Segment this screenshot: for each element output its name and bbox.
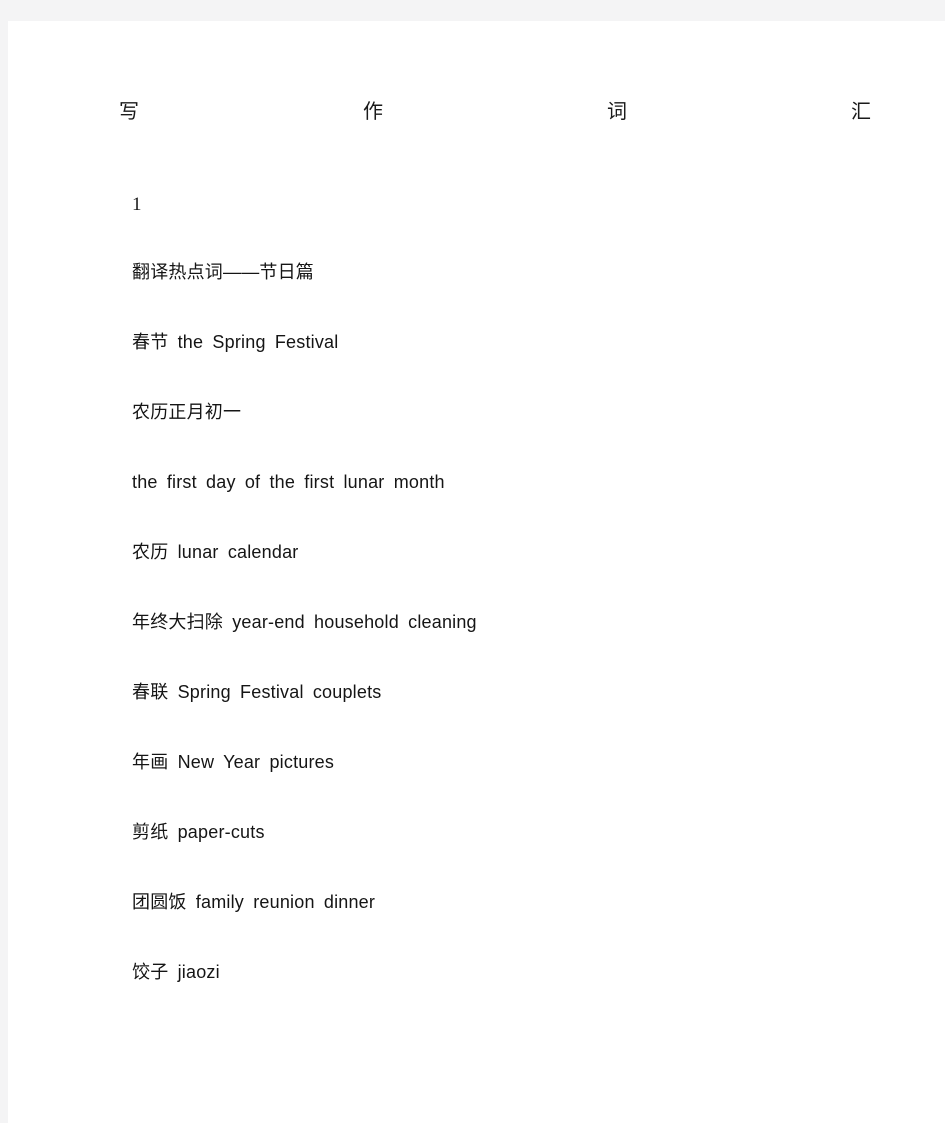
page-sheet: 写 作 词 汇 1 翻译热点词——节日篇 春节 the Spring Festi… xyxy=(8,21,945,1123)
vocabulary-entry: the first day of the first lunar month xyxy=(132,472,445,492)
vocabulary-entry: 饺子 jiaozi xyxy=(132,962,220,982)
vocabulary-entry: 年画 New Year pictures xyxy=(132,752,335,772)
page-title: 写 作 词 汇 xyxy=(119,97,871,127)
vocabulary-entry-list: 翻译热点词——节日篇 春节 the Spring Festival 农历正月初一… xyxy=(132,259,905,1029)
vocabulary-entry: 剪纸 paper-cuts xyxy=(132,822,265,842)
document-viewport: 写 作 词 汇 1 翻译热点词——节日篇 春节 the Spring Festi… xyxy=(0,0,945,1123)
vocabulary-entry: 农历 lunar calendar xyxy=(132,542,299,562)
page-number: 1 xyxy=(132,194,142,215)
page-title-char-2: 作 xyxy=(363,101,383,123)
vocabulary-entry: 农历正月初一 xyxy=(132,402,242,422)
page-title-char-3: 词 xyxy=(607,101,627,123)
section-heading: 翻译热点词——节日篇 xyxy=(132,262,314,282)
vocabulary-entry: 春节 the Spring Festival xyxy=(132,332,339,352)
vocabulary-entry: 春联 Spring Festival couplets xyxy=(132,682,382,702)
page-title-char-4: 汇 xyxy=(851,101,871,123)
page-title-char-1: 写 xyxy=(119,101,139,123)
vocabulary-entry: 年终大扫除 year-end household cleaning xyxy=(132,612,477,632)
page-body: 写 作 词 汇 1 翻译热点词——节日篇 春节 the Spring Festi… xyxy=(8,21,945,1123)
vocabulary-entry: 团圆饭 family reunion dinner xyxy=(132,892,376,912)
